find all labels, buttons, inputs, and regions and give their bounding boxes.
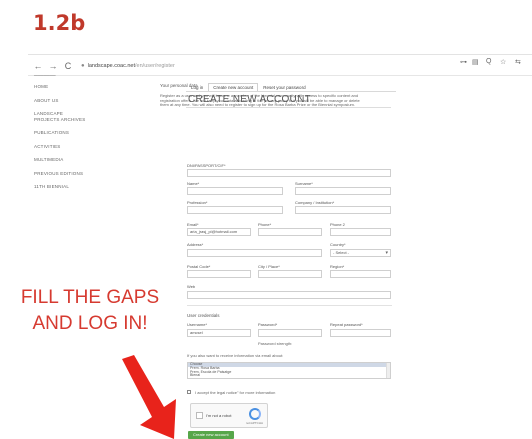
back-icon[interactable]: ← (33, 61, 43, 71)
newsletter-prompt: If you also want to receive information … (187, 353, 284, 358)
key-icon[interactable]: ⊶ (460, 54, 467, 69)
city-input[interactable] (258, 270, 322, 278)
sidebar-item-multimedia[interactable]: MULTIMEDIA (34, 157, 134, 163)
recaptcha-label: I'm not a robot (206, 413, 232, 418)
repeat-password-input[interactable] (330, 329, 391, 337)
country-label: Country* (330, 242, 346, 247)
region-label: Region* (330, 264, 345, 269)
email-input[interactable]: aria_jrasj_pl@hotmail.com (187, 228, 251, 236)
sidebar: HOME ABOUT US LANDSCAPE PROJECTS ARCHIVE… (34, 84, 134, 190)
country-select[interactable]: - Select - ▾ (330, 249, 391, 257)
newsletter-listbox[interactable]: Choose Prem. Rosa Barba Prem. Escola de … (187, 362, 391, 379)
extension-icon[interactable]: ⇆ (515, 54, 521, 69)
address-label: Address* (187, 242, 204, 247)
city-label: City / Place* (258, 264, 280, 269)
postal-label: Postal Code* (187, 264, 211, 269)
divider (187, 305, 392, 306)
list-item[interactable]: Bienal (188, 374, 390, 378)
profession-input[interactable] (187, 206, 283, 214)
name-label: Name* (187, 181, 200, 186)
fill-gaps-caption-line1: FILL THE GAPS (20, 287, 160, 308)
email-label: Email* (187, 222, 199, 227)
address-bar: ← → C ● landscape.coac.net/en/user/regis… (28, 58, 532, 73)
name-input[interactable] (187, 187, 283, 195)
phone-label: Phone* (258, 222, 272, 227)
sidebar-item-previous-editions[interactable]: PREVIOUS EDITIONS (34, 171, 134, 177)
sidebar-item-about[interactable]: ABOUT US (34, 98, 134, 104)
divider (28, 54, 532, 55)
postal-input[interactable] (187, 270, 251, 278)
username-input[interactable]: amcsel (187, 329, 251, 337)
profession-label: Profession* (187, 200, 208, 205)
reload-icon[interactable]: C (63, 61, 73, 71)
country-select-value: - Select - (333, 250, 350, 255)
screenshot: ← → C ● landscape.coac.net/en/user/regis… (28, 54, 532, 439)
username-label: Username* (187, 322, 208, 327)
surname-input[interactable] (295, 187, 391, 195)
repeat-password-label: Repeat password* (330, 322, 363, 327)
password-input[interactable] (258, 329, 322, 337)
red-arrow-icon (122, 355, 176, 439)
url-path: /en/user/register (135, 62, 175, 69)
star-icon[interactable]: ☆ (500, 54, 506, 69)
recaptcha-brand: reCAPTCHA (245, 421, 263, 425)
page-icon[interactable]: ▤ (472, 54, 479, 69)
url-field[interactable]: ● landscape.coac.net/en/user/register (81, 63, 175, 69)
legal-text: I accept the legal notice" for more info… (195, 390, 276, 395)
forward-icon[interactable]: → (48, 61, 58, 71)
sidebar-item-biennial[interactable]: 11TH BIENNIAL (34, 184, 134, 190)
sidebar-item-home[interactable]: HOME (34, 84, 134, 90)
phone2-label: Phone 2 (330, 222, 345, 227)
site-logo-icon: ▁▁▁▁▁▁▁ (34, 71, 56, 76)
sidebar-item-archives[interactable]: LANDSCAPE PROJECTS ARCHIVES (34, 111, 89, 122)
web-input[interactable] (187, 291, 391, 299)
sidebar-item-activities[interactable]: ACTIVITIES (34, 144, 134, 150)
company-label: Company / Institution* (295, 200, 335, 205)
address-input[interactable] (187, 249, 322, 257)
url-host: landscape.coac.net (87, 62, 136, 69)
password-label: Password* (258, 322, 278, 327)
lock-icon: ● (81, 62, 85, 69)
recaptcha-widget: I'm not a robot reCAPTCHA (190, 403, 268, 428)
divider (186, 91, 396, 92)
fill-gaps-caption-line2: AND LOG IN! (32, 313, 148, 334)
password-strength: Password strength: (258, 341, 293, 346)
recaptcha-logo-icon (249, 408, 261, 420)
slide-title: 1.2b (33, 11, 86, 35)
recaptcha-checkbox[interactable] (196, 412, 203, 419)
surname-label: Surname* (295, 181, 313, 186)
phone-input[interactable] (258, 228, 322, 236)
chevron-down-icon: ▾ (385, 250, 388, 256)
zoom-icon[interactable]: Q (486, 54, 491, 69)
region-input[interactable] (330, 270, 391, 278)
phone2-input[interactable] (330, 228, 391, 236)
credentials-heading: User credentials (187, 313, 220, 318)
scrollbar[interactable] (386, 363, 390, 378)
personal-data-heading: Your personal data (160, 83, 198, 88)
dni-input[interactable] (187, 169, 391, 177)
sidebar-item-publications[interactable]: PUBLICATIONS (34, 130, 134, 136)
dni-label: DNI/PASSPORT/CIF* (187, 163, 226, 168)
divider (28, 75, 532, 76)
intro-text: Register as a user and you will become a… (160, 93, 360, 108)
create-account-button[interactable]: Create new account (188, 431, 234, 439)
company-input[interactable] (295, 206, 391, 214)
web-label: Web (187, 284, 196, 289)
